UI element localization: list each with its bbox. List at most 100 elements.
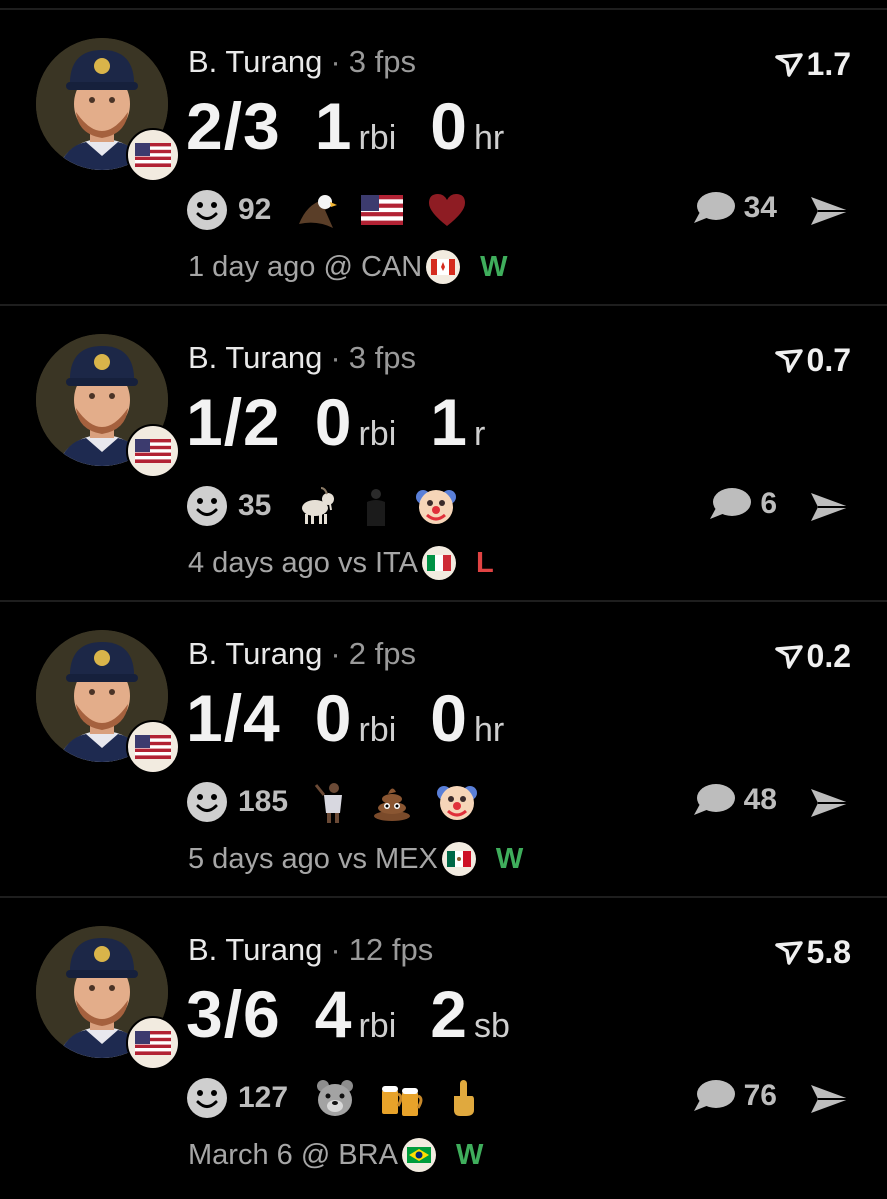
fps-count: 2 fps bbox=[348, 636, 416, 671]
post-card[interactable]: B. Turang·3 fps 1.7 2/3 1rbi 0hr 92 bbox=[0, 8, 887, 303]
smiley-icon[interactable] bbox=[186, 485, 228, 527]
hits-stat: 2/3 bbox=[186, 89, 281, 163]
person-emoji[interactable] bbox=[361, 486, 391, 526]
smiley-icon[interactable] bbox=[186, 781, 228, 823]
share-icon[interactable] bbox=[809, 1082, 851, 1116]
comments-button[interactable]: 48 bbox=[692, 782, 777, 818]
reaction-count: 127 bbox=[238, 1081, 289, 1114]
hits-stat: 3/6 bbox=[186, 977, 281, 1051]
stat-unit: rbi bbox=[358, 119, 397, 157]
stat-value: 1 bbox=[314, 89, 353, 163]
goat-emoji[interactable] bbox=[297, 486, 337, 526]
stat-line: 1/4 0 rbi 0 hr bbox=[186, 680, 538, 756]
stat-value: 1 bbox=[430, 385, 468, 459]
player-name[interactable]: B. Turang bbox=[188, 340, 322, 375]
comments-button[interactable]: 76 bbox=[692, 1078, 777, 1114]
author-line: B. Turang · 2 fps bbox=[188, 636, 416, 671]
reactions-bar: 35 bbox=[186, 484, 481, 528]
bear-emoji[interactable] bbox=[314, 1078, 356, 1118]
reaction-count: 92 bbox=[238, 193, 272, 226]
reactions-bar: 127 bbox=[186, 1076, 502, 1120]
us-flag-badge bbox=[126, 1016, 180, 1070]
score-icon bbox=[774, 940, 803, 965]
share-icon[interactable] bbox=[809, 194, 851, 228]
reactions-bar: 92 bbox=[186, 188, 491, 232]
stat-value: 0 bbox=[430, 89, 468, 163]
stat-unit: hr bbox=[473, 711, 505, 749]
author-line: B. Turang · 3 fps bbox=[188, 44, 416, 79]
reactions-bar: 185 bbox=[186, 780, 502, 824]
comments-button[interactable]: 6 bbox=[708, 486, 777, 522]
us-flag-badge bbox=[126, 128, 180, 182]
us-flag-badge bbox=[126, 424, 180, 478]
feed: B. Turang·3 fps 1.7 2/3 1rbi 0hr 92 bbox=[0, 0, 887, 1199]
smiley-icon[interactable] bbox=[186, 189, 228, 231]
poop-emoji[interactable] bbox=[372, 782, 412, 822]
game-meta: 1 day ago @ CAN W bbox=[188, 250, 508, 284]
comment-count: 34 bbox=[743, 191, 777, 224]
game-meta: 5 days ago vs MEX W bbox=[188, 842, 523, 876]
result-badge: W bbox=[495, 842, 524, 875]
reaction-count: 185 bbox=[238, 785, 289, 818]
comments-button[interactable]: 34 bbox=[692, 190, 777, 226]
time-text: 5 days ago vs MEX bbox=[188, 842, 438, 875]
smiley-icon[interactable] bbox=[186, 1077, 228, 1119]
us-flag-emoji[interactable] bbox=[361, 195, 404, 225]
middle-finger-emoji[interactable] bbox=[448, 1078, 478, 1118]
score: 1.7 bbox=[774, 46, 851, 83]
fps-count: 12 fps bbox=[348, 932, 434, 967]
player-name[interactable]: B. Turang bbox=[188, 44, 322, 79]
author-line: B. Turang · 12 fps bbox=[188, 932, 434, 967]
score-value: 0.2 bbox=[806, 638, 851, 674]
us-flag-badge bbox=[126, 720, 180, 774]
stat-line: 2/3 1 rbi 0 hr bbox=[186, 88, 538, 164]
eagle-emoji[interactable] bbox=[297, 190, 338, 230]
reaction-count: 35 bbox=[238, 489, 272, 522]
time-text: 4 days ago vs ITA bbox=[188, 546, 418, 579]
comment-count: 76 bbox=[743, 1079, 777, 1112]
result-badge: W bbox=[455, 1138, 484, 1171]
clown-emoji[interactable] bbox=[436, 781, 478, 823]
score-value: 0.7 bbox=[806, 342, 851, 378]
player-sticker[interactable] bbox=[314, 781, 348, 823]
heart-emoji[interactable] bbox=[427, 192, 467, 228]
share-icon[interactable] bbox=[809, 786, 851, 820]
stat-unit: hr bbox=[473, 119, 505, 157]
beer-mugs-emoji[interactable] bbox=[380, 1078, 424, 1118]
stat-value: 4 bbox=[314, 977, 353, 1051]
result-badge: L bbox=[475, 546, 494, 579]
stat-unit: rbi bbox=[358, 1007, 397, 1045]
post-card[interactable]: B. Turang · 3 fps 0.7 1/2 0 rbi 1r 35 6 … bbox=[0, 304, 887, 599]
italy-flag-icon bbox=[421, 546, 456, 580]
score-icon bbox=[774, 644, 803, 669]
score-icon bbox=[774, 348, 803, 373]
game-meta: March 6 @ BRA W bbox=[188, 1138, 483, 1172]
post-card[interactable]: B. Turang · 12 fps 5.8 3/6 4 rbi 2 sb 127 bbox=[0, 896, 887, 1191]
comment-icon bbox=[693, 784, 735, 815]
post-card[interactable]: B. Turang·2 fps 0.2 1/4 0rbi 0hr 185 bbox=[0, 600, 887, 895]
score-icon bbox=[774, 52, 803, 77]
score: 5.8 bbox=[774, 934, 851, 971]
comment-count: 6 bbox=[760, 487, 777, 520]
player-name[interactable]: B. Turang bbox=[188, 636, 322, 671]
mexico-flag-icon bbox=[441, 842, 476, 876]
clown-emoji[interactable] bbox=[415, 485, 457, 527]
time-text: March 6 @ BRA bbox=[188, 1138, 398, 1171]
hits-stat: 1/4 bbox=[186, 681, 281, 755]
comment-icon bbox=[710, 488, 752, 519]
stat-line: 1/2 0 rbi 1r bbox=[186, 384, 519, 460]
fps-count: 3 fps bbox=[348, 44, 416, 79]
result-badge: W bbox=[480, 250, 508, 283]
stat-value: 0 bbox=[314, 681, 353, 755]
share-icon[interactable] bbox=[809, 490, 851, 524]
stat-value: 0 bbox=[430, 681, 468, 755]
brazil-flag-icon bbox=[401, 1138, 436, 1172]
stat-value: 2 bbox=[430, 977, 468, 1051]
score-value: 1.7 bbox=[806, 46, 851, 82]
game-meta: 4 days ago vs ITA L bbox=[188, 546, 494, 580]
stat-unit: sb bbox=[473, 1007, 510, 1045]
comment-count: 48 bbox=[743, 783, 777, 816]
score: 0.2 bbox=[774, 638, 851, 675]
stat-unit: r bbox=[473, 415, 486, 453]
player-name[interactable]: B. Turang bbox=[188, 932, 322, 967]
